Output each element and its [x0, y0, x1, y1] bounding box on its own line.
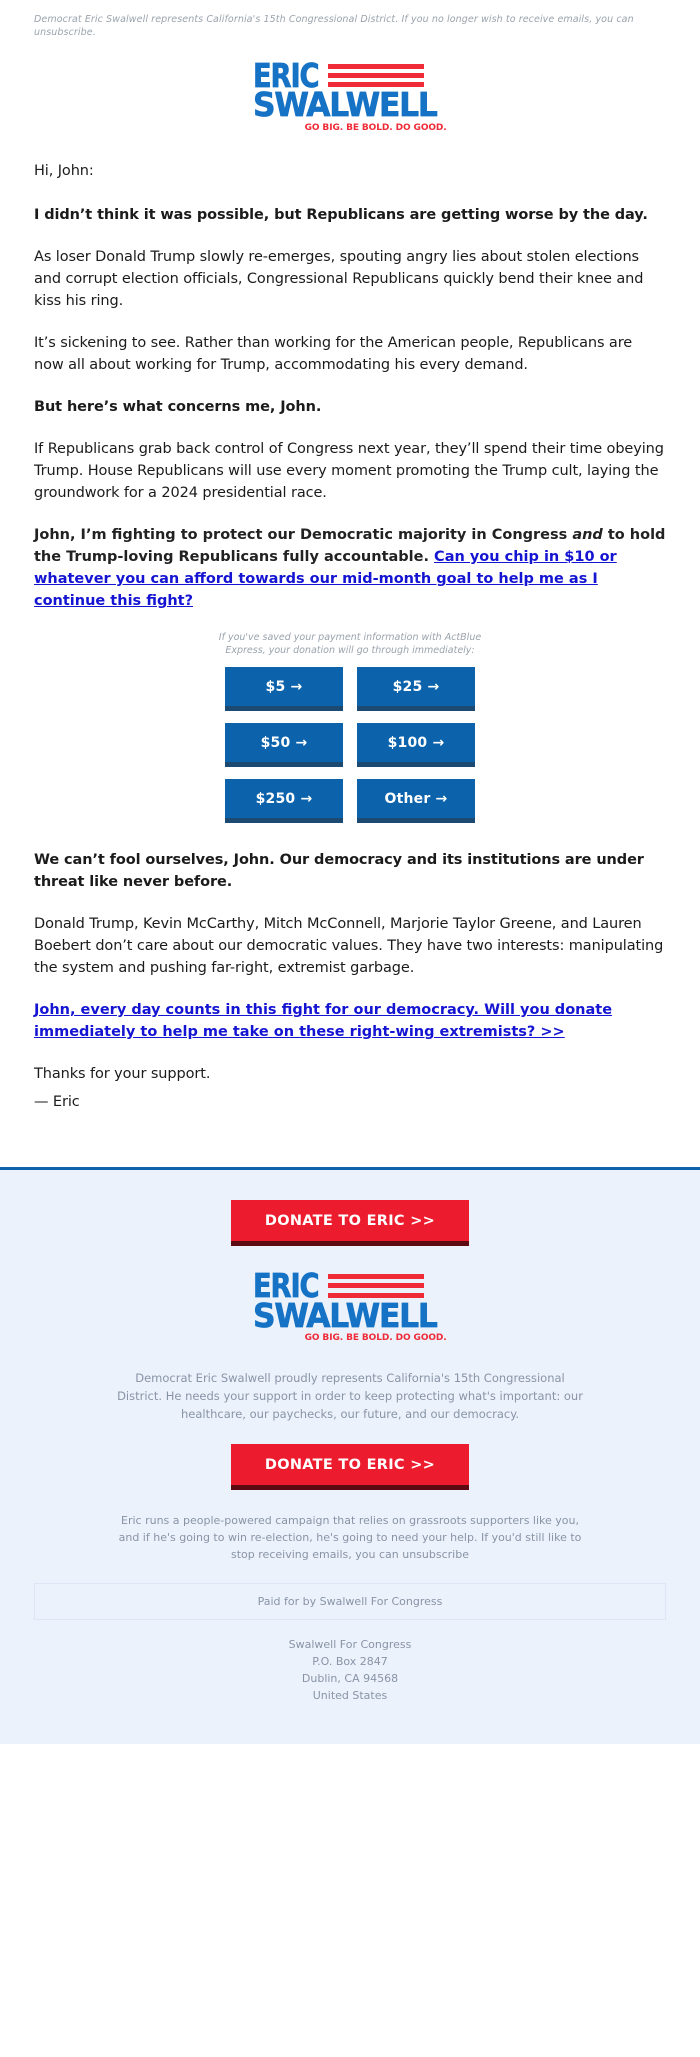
- flag-stripe: [327, 1274, 424, 1280]
- eric-swalwell-logo[interactable]: ERIC SWALWELL GO BIG. BE BOLD. DO GOOD.: [253, 58, 447, 132]
- header-logo-container: ERIC SWALWELL GO BIG. BE BOLD. DO GOOD.: [0, 44, 700, 144]
- address-line-2: Dublin, CA 94568: [301, 1671, 399, 1685]
- donation-amount-grid: $5 → $25 → $50 → $100 → $250 → Other →: [34, 666, 666, 823]
- paragraph-5: If Republicans grab back control of Cong…: [34, 440, 664, 502]
- paragraph-3: It’s sickening to see. Rather than worki…: [34, 334, 633, 373]
- footer-donate-button-bottom[interactable]: DONATE TO ERIC >>: [230, 1443, 470, 1490]
- actblue-express-note: If you've saved your payment information…: [218, 632, 482, 656]
- ask-text-italic: and: [572, 527, 603, 544]
- address-org: Swalwell For Congress: [288, 1637, 412, 1651]
- paid-for-disclaimer: Paid for by Swalwell For Congress: [34, 1582, 666, 1620]
- address-line-1: P.O. Box 2847: [312, 1654, 388, 1668]
- donate-amount-100-button[interactable]: $100 →: [357, 722, 475, 767]
- email-footer: DONATE TO ERIC >> ERIC SWALWELL GO BIG. …: [0, 1167, 700, 1744]
- paragraph-7-democracy: We can’t fool ourselves, John. Our democ…: [34, 851, 644, 890]
- footer-unsubscribe-text: Eric runs a people-powered campaign that…: [118, 1513, 582, 1561]
- address-line-3: United States: [312, 1688, 388, 1702]
- logo-last-name: SWALWELL: [253, 85, 439, 125]
- flag-stripe: [327, 1283, 424, 1289]
- mailing-address: Swalwell For Congress P.O. Box 2847 Dubl…: [34, 1636, 666, 1704]
- donate-immediately-link[interactable]: John, every day counts in this fight for…: [34, 1002, 612, 1040]
- donate-amount-other-button[interactable]: Other →: [357, 778, 475, 823]
- preheader-text: Democrat Eric Swalwell represents Califo…: [34, 14, 634, 38]
- donation-module: If you've saved your payment information…: [34, 632, 666, 823]
- greeting-line: Hi, John:: [34, 162, 94, 179]
- ask-text-part-1: John, I’m fighting to protect our Democr…: [34, 527, 573, 544]
- donate-amount-50-button[interactable]: $50 →: [225, 722, 343, 767]
- donate-amount-25-button[interactable]: $25 →: [357, 666, 475, 711]
- flag-stripe: [327, 72, 424, 78]
- paragraph-6-ask: John, I’m fighting to protect our Democr…: [34, 524, 666, 612]
- footer-logo-container: ERIC SWALWELL GO BIG. BE BOLD. DO GOOD.: [34, 1246, 666, 1364]
- donate-amount-250-button[interactable]: $250 →: [225, 778, 343, 823]
- footer-about-text: Democrat Eric Swalwell proudly represent…: [117, 1371, 583, 1421]
- flag-stripe: [327, 63, 424, 69]
- paragraph-8-names: Donald Trump, Kevin McCarthy, Mitch McCo…: [34, 915, 664, 976]
- email-body: Hi, John: I didn’t think it was possible…: [0, 144, 700, 1167]
- footer-logo-last-name: SWALWELL: [253, 1295, 439, 1335]
- signature-line: — Eric: [34, 1094, 80, 1111]
- paragraph-headline: I didn’t think it was possible, but Repu…: [34, 206, 648, 223]
- paragraph-4-concern: But here’s what concerns me, John.: [34, 398, 322, 415]
- paragraph-9-cta: John, every day counts in this fight for…: [34, 999, 666, 1043]
- donate-amount-5-button[interactable]: $5 →: [225, 666, 343, 711]
- footer-donate-button-top[interactable]: DONATE TO ERIC >>: [230, 1200, 470, 1247]
- thanks-line: Thanks for your support.: [34, 1066, 211, 1083]
- footer-eric-swalwell-logo[interactable]: ERIC SWALWELL GO BIG. BE BOLD. DO GOOD.: [253, 1269, 447, 1343]
- paragraph-2: As loser Donald Trump slowly re-emerges,…: [34, 248, 644, 309]
